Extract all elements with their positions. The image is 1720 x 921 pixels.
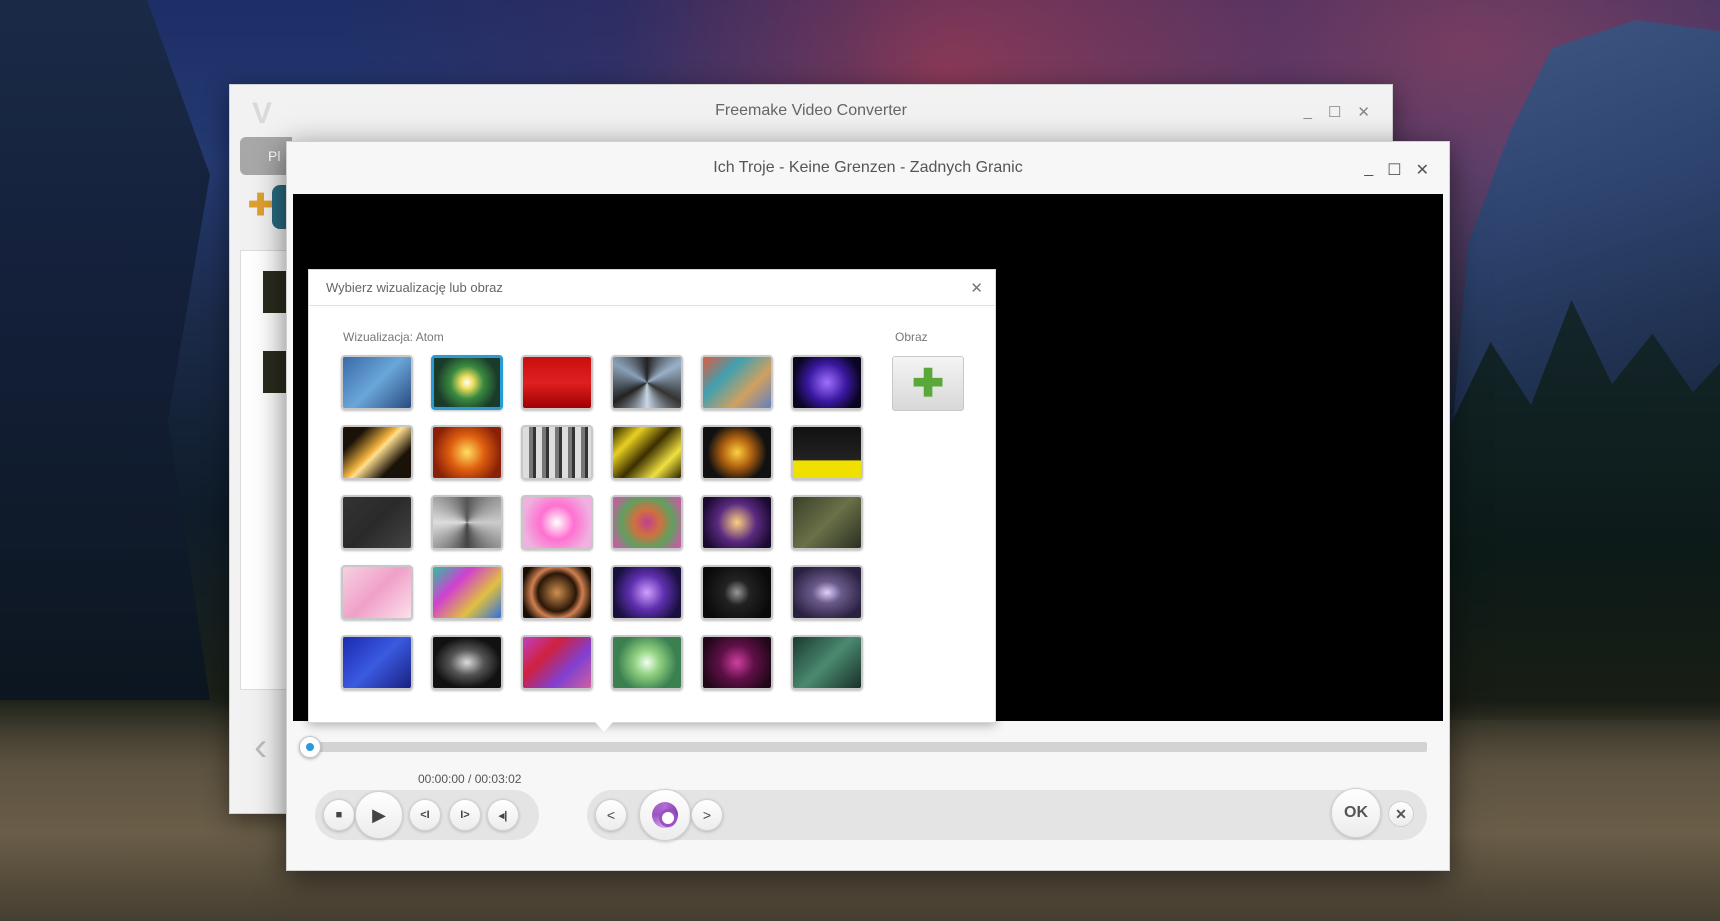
cancel-button[interactable]: ✕ (1388, 801, 1414, 827)
dialog-title: Wybierz wizualizację lub obraz (326, 280, 503, 295)
visualization-nav: < > (587, 789, 1427, 841)
visualization-tile[interactable] (341, 635, 413, 690)
dialog-header: Wybierz wizualizację lub obraz ✕ (309, 270, 995, 306)
window-controls: _ ☐ ✕ (1304, 103, 1370, 121)
window-title: Freemake Video Converter (715, 102, 907, 119)
wallpaper-cliff-left (0, 0, 210, 700)
freemake-logo-icon: V (252, 97, 273, 130)
visualization-tile[interactable] (521, 635, 593, 690)
window-title: Ich Troje - Keine Grenzen - Zadnych Gran… (713, 159, 1023, 176)
visualization-tile[interactable] (431, 495, 503, 550)
visualization-tile[interactable] (611, 355, 683, 410)
visualization-tile[interactable] (791, 635, 863, 690)
visualization-tile[interactable] (791, 355, 863, 410)
back-arrow-icon[interactable]: ‹ (254, 725, 267, 770)
next-frame-button[interactable]: I> (449, 799, 481, 831)
visualization-tile[interactable] (431, 425, 503, 480)
close-icon[interactable]: ✕ (1357, 103, 1370, 121)
dialog-pointer (595, 722, 613, 732)
visualization-tile[interactable] (611, 635, 683, 690)
visualization-tile[interactable] (791, 565, 863, 620)
visualization-tile[interactable] (521, 425, 593, 480)
visualization-label: Wizualizacja: Atom (343, 330, 444, 344)
minimize-icon[interactable]: _ (1304, 103, 1312, 121)
visualization-tile[interactable] (611, 565, 683, 620)
visualization-tile[interactable] (701, 635, 773, 690)
tab-playlist[interactable]: Pl (240, 137, 292, 175)
next-visualization-button[interactable]: > (691, 799, 723, 831)
video-editor-window: Ich Troje - Keine Grenzen - Zadnych Gran… (286, 141, 1450, 871)
add-image-button[interactable]: ✚ (892, 356, 964, 411)
timeline-scrubber[interactable] (299, 736, 321, 758)
playback-controls: ■ ▶ <I I> ◂| (315, 790, 539, 840)
close-icon[interactable]: ✕ (970, 279, 983, 297)
visualization-toggle-button[interactable] (639, 789, 691, 841)
visualization-tile[interactable] (521, 495, 593, 550)
visualization-tile[interactable] (611, 425, 683, 480)
add-file-icon[interactable]: ✚ (248, 191, 276, 221)
visualization-tile[interactable] (341, 565, 413, 620)
visualization-tile[interactable] (701, 425, 773, 480)
play-button[interactable]: ▶ (355, 791, 403, 839)
swirl-icon (652, 802, 678, 828)
window-controls: _ ☐ ✕ (1364, 160, 1429, 180)
visualization-tile[interactable] (701, 565, 773, 620)
visualization-tile[interactable] (341, 495, 413, 550)
visualization-tile[interactable] (521, 565, 593, 620)
visualization-tile[interactable] (521, 355, 593, 410)
file-list (240, 250, 291, 690)
visualization-tile[interactable] (431, 635, 503, 690)
visualization-tile[interactable] (431, 355, 503, 410)
previous-visualization-button[interactable]: < (595, 799, 627, 831)
visualization-tile[interactable] (431, 565, 503, 620)
maximize-icon[interactable]: ☐ (1328, 103, 1341, 121)
prev-frame-button[interactable]: <I (409, 799, 441, 831)
time-readout: 00:00:00 / 00:03:02 (418, 772, 522, 786)
visualization-tile[interactable] (791, 425, 863, 480)
visualization-tile[interactable] (341, 355, 413, 410)
stop-button[interactable]: ■ (323, 799, 355, 831)
image-label: Obraz (895, 330, 928, 344)
visualization-tile[interactable] (341, 425, 413, 480)
timeline-track[interactable] (299, 736, 1427, 758)
visualization-tile[interactable] (791, 495, 863, 550)
visualization-tile[interactable] (701, 355, 773, 410)
visualization-tile[interactable] (701, 495, 773, 550)
visualization-grid (341, 355, 863, 690)
volume-button[interactable]: ◂| (487, 799, 519, 831)
visualization-picker-dialog: Wybierz wizualizację lub obraz ✕ Wizuali… (308, 269, 996, 723)
maximize-icon[interactable]: ☐ (1387, 160, 1401, 180)
close-icon[interactable]: ✕ (1416, 160, 1429, 180)
minimize-icon[interactable]: _ (1364, 160, 1373, 180)
ok-button[interactable]: OK (1331, 788, 1381, 838)
visualization-tile[interactable] (611, 495, 683, 550)
